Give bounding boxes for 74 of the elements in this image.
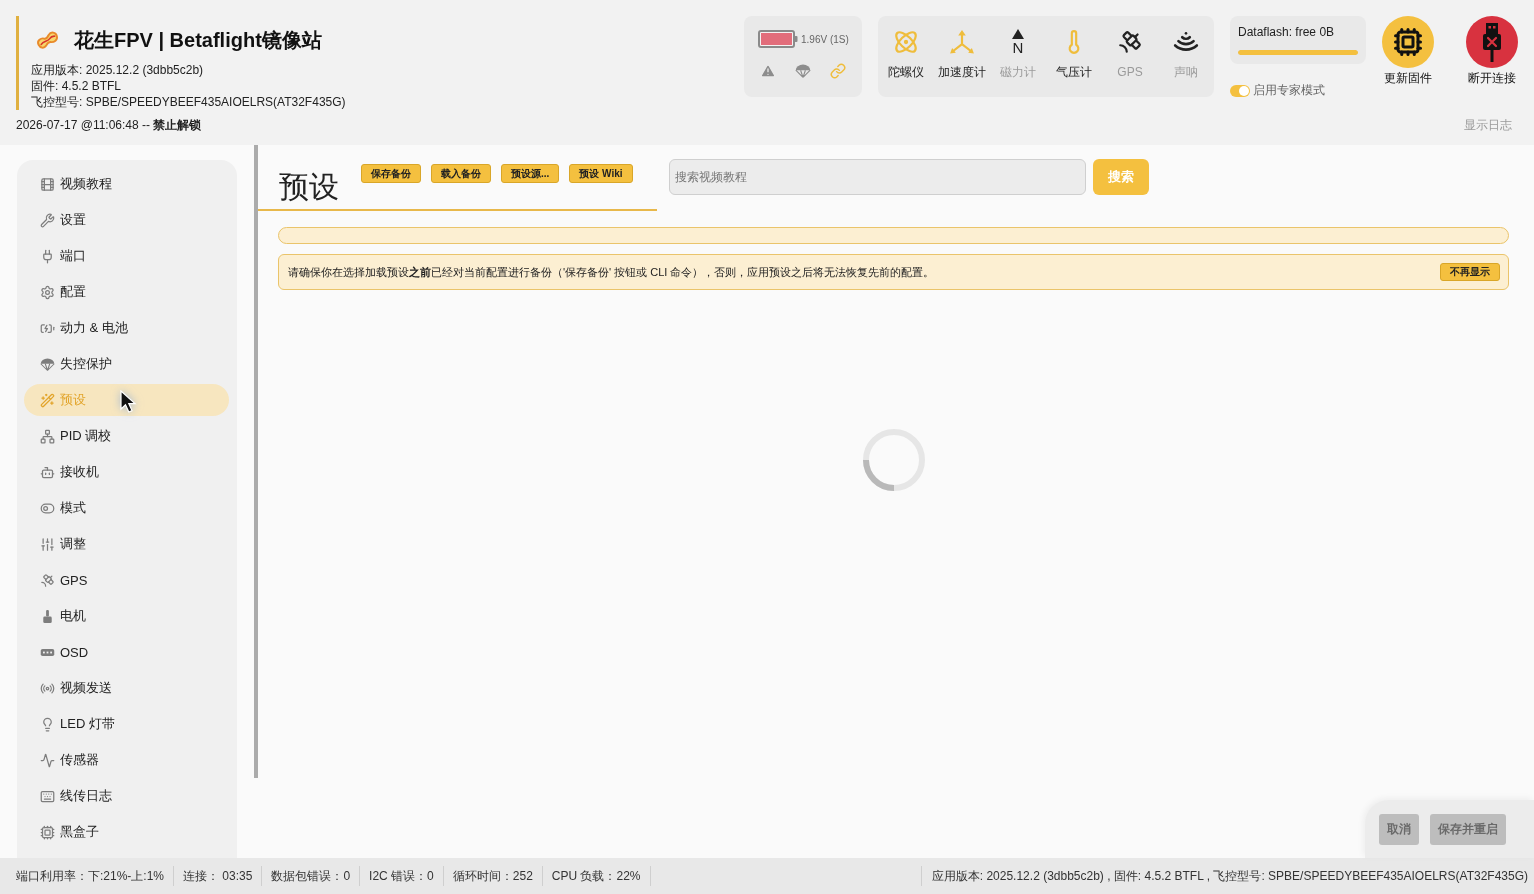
preset-wiki-button[interactable]: 预设 Wiki (569, 164, 633, 183)
battery-icon (758, 30, 798, 48)
sidebar-item[interactable]: PID 调校 (24, 420, 229, 452)
bulb-icon (40, 716, 55, 732)
status-text: 循环时间：252 (443, 866, 543, 886)
sensor-label: 磁力计 (1000, 64, 1036, 80)
sensor-label: GPS (1117, 64, 1143, 80)
sidebar-item[interactable]: 视频教程 (24, 168, 229, 200)
scrollbar[interactable] (254, 145, 258, 778)
info-line: 应用版本: 2025.12.2 (3dbb5c2b) (31, 62, 205, 78)
app-title: 花生FPV | Betaflight镜像站 (74, 27, 322, 53)
sidebar-item[interactable]: 端口 (24, 240, 229, 272)
motor-icon (40, 608, 55, 624)
status-text: 数据包错误：0 (262, 866, 361, 886)
sidebar-item[interactable]: 动力 & 电池 (24, 312, 229, 344)
sidebar-item[interactable]: 配置 (24, 276, 229, 308)
compass-letter: N (1012, 40, 1024, 55)
chip-icon (1382, 16, 1434, 68)
sidebar-item[interactable]: OSD (24, 636, 229, 668)
osd-icon (40, 647, 55, 657)
sidebar-item[interactable]: GPS (24, 564, 229, 596)
status-text: 端口利用率：下:21%-上:1% (7, 866, 175, 886)
magic-wand-icon (40, 392, 55, 408)
mouse-cursor-icon (119, 390, 139, 414)
gear-icon (40, 284, 55, 300)
sensor-label: 气压计 (1056, 64, 1092, 80)
sidebar-item[interactable]: 黑盒子 (24, 816, 229, 848)
battery-voltage: 1.96V (1S) (801, 33, 849, 45)
sensor-label: 声呐 (1174, 64, 1198, 80)
sidebar-item[interactable]: 线传日志 (24, 780, 229, 812)
arming-status: 2026-07-17 @11:06:48 -- 禁止解锁 (16, 116, 202, 134)
sidebar-item[interactable]: 电机 (24, 600, 229, 632)
chip-icon (40, 824, 55, 840)
toggle-icon (40, 500, 55, 516)
notice-text: 请确保你在选择加载预设之前已经对当前配置进行备份（'保存备份' 按钮或 CLI 命令），否则，应用预设之后将无法恢复先前的配置。 (288, 264, 935, 280)
sidebar-item[interactable]: 视频发送 (24, 672, 229, 704)
status-text: I2C 错误：0 (360, 866, 444, 886)
version-info: 应用版本: 2025.12.2 (3dbb5c2b) , 固件: 4.5.2 BTFL , 飞控型号: SPBE/SPEEDYBEEF435AIOELRS(AT32F435G) (920, 866, 1534, 886)
sidebar-item[interactable]: 模式 (24, 492, 229, 524)
hierarchy-icon (40, 428, 55, 444)
satellite-icon (40, 572, 55, 588)
sensor-label: 陀螺仪 (888, 64, 924, 80)
expert-mode-switch[interactable] (1230, 84, 1250, 97)
usb-plug-icon (1466, 16, 1518, 68)
parachute-icon (40, 356, 55, 372)
sensor-label: 加速度计 (938, 64, 986, 80)
save-backup-button[interactable]: 保存备份 (361, 164, 421, 183)
status-text: 连接： 03:35 (174, 866, 263, 886)
search-field[interactable]: 搜索视频教程 (669, 159, 1086, 195)
info-line: 飞控型号: SPBE/SPEEDYBEEF435AIOELRS(AT32F435G) (31, 94, 347, 110)
sidebar-item[interactable]: 失控保护 (24, 348, 229, 380)
preset-sources-button[interactable]: 预设源... (501, 164, 560, 183)
disconnect-button[interactable]: 断开连接 (1466, 16, 1518, 86)
pulse-icon (40, 752, 55, 768)
expert-mode-label: 启用专家模式 (1253, 82, 1325, 99)
robot-icon (40, 464, 55, 480)
dataflash-label: Dataflash: free 0B (1238, 24, 1336, 40)
keyboard-icon (40, 788, 55, 804)
sidebar-item[interactable]: 设置 (24, 204, 229, 236)
wrench-icon (40, 212, 55, 228)
plug-icon (40, 248, 55, 264)
sidebar-item[interactable]: 传感器 (24, 744, 229, 776)
load-backup-button[interactable]: 载入备份 (431, 164, 491, 183)
update-firmware-button[interactable]: 更新固件 (1382, 16, 1434, 86)
sidebar-item[interactable]: LED 灯带 (24, 708, 229, 740)
film-icon (40, 176, 55, 192)
sidebar-item[interactable]: 接收机 (24, 456, 229, 488)
sidebar-item[interactable]: 调整 (24, 528, 229, 560)
peanut-logo-icon (35, 30, 60, 50)
info-line: 固件: 4.5.2 BTFL (31, 78, 123, 94)
dismiss-button[interactable]: 不再显示 (1440, 263, 1500, 281)
sliders-icon (40, 536, 55, 552)
page-title: 预设 (279, 169, 339, 205)
status-text: CPU 负载：22% (542, 866, 651, 886)
